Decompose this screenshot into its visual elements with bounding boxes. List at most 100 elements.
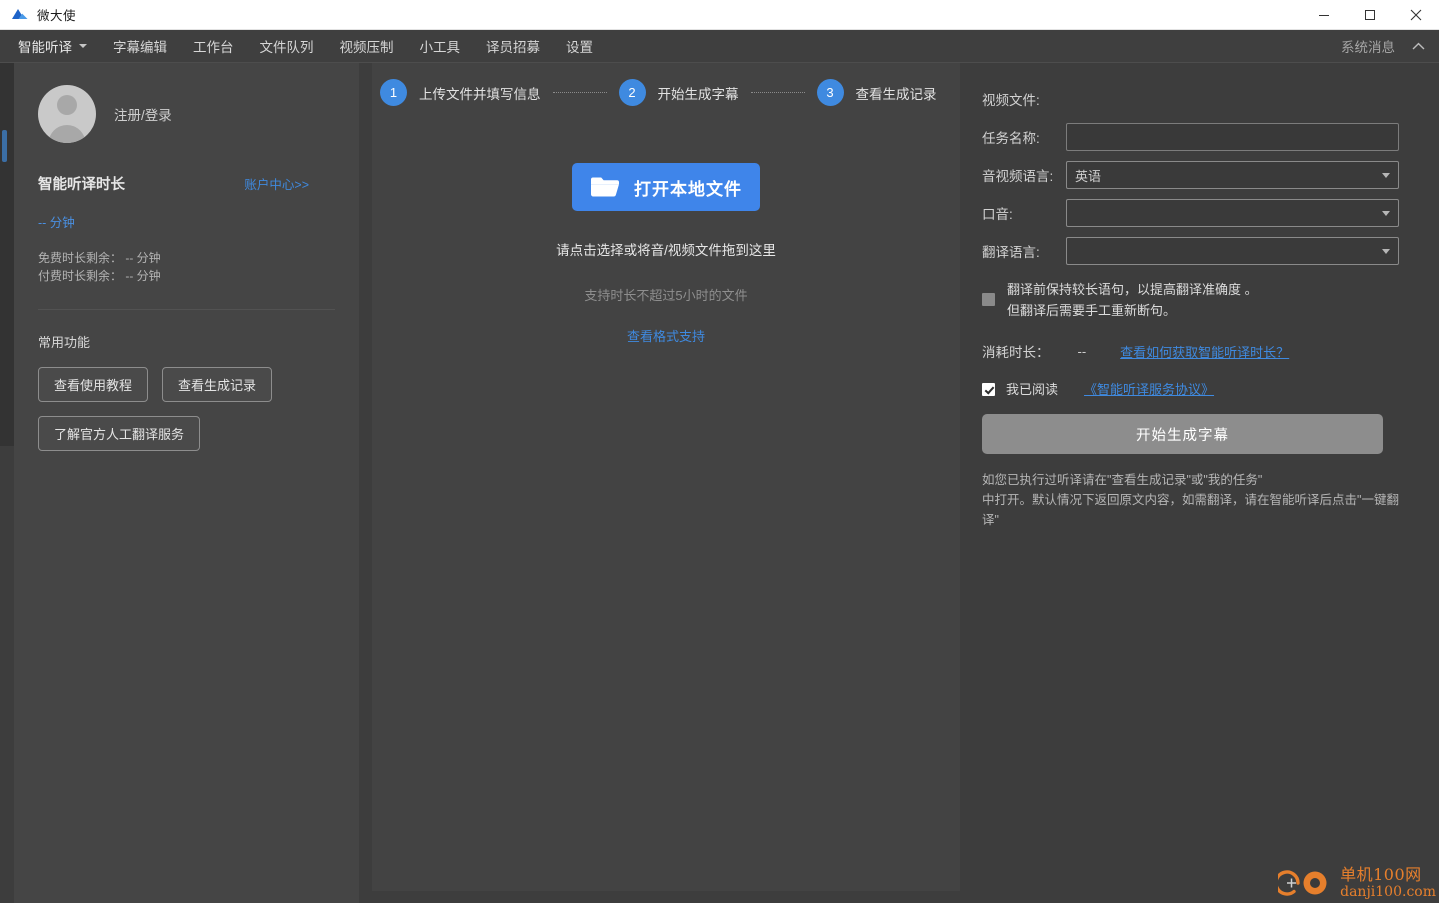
- left-scrollbar-thumb[interactable]: [2, 130, 7, 162]
- service-agreement-link[interactable]: 《智能听译服务协议》: [1084, 379, 1214, 398]
- watermark-line-1: 单机100网: [1340, 865, 1422, 884]
- menu-bar: 智能听译 字幕编辑 工作台 文件队列 视频压制 小工具 译员招募 设置 系统消息: [0, 30, 1439, 63]
- menu-item-label: 工作台: [193, 40, 234, 55]
- accent-select[interactable]: [1066, 199, 1399, 227]
- view-generation-records-button[interactable]: 查看生成记录: [162, 367, 273, 402]
- open-local-file-button[interactable]: 打开本地文件: [572, 163, 760, 211]
- footnote-line-2: 中打开。默认情况下返回原文内容，如需翻译，请在智能听译后点击"一键翻译": [982, 493, 1399, 527]
- consume-duration-label: 消耗时长：: [982, 345, 1050, 360]
- long-sentence-line-1: 翻译前保持较长语句，以提高翻译准确度 。: [1007, 282, 1258, 297]
- drop-zone-hint: 请点击选择或将音/视频文件拖到这里: [556, 243, 776, 258]
- menu-item-label: 设置: [566, 40, 593, 55]
- menu-item-workbench[interactable]: 工作台: [180, 30, 247, 63]
- free-quota-row: 免费时长剩余： -- 分钟: [38, 251, 161, 265]
- step-1: 1 上传文件并填写信息: [380, 79, 541, 106]
- chevron-down-icon: [79, 44, 87, 48]
- title-bar: 微大使: [0, 0, 1439, 30]
- menu-item-smart-transcribe[interactable]: 智能听译: [5, 30, 100, 63]
- translate-language-label: 翻译语言:: [982, 245, 1040, 260]
- step-3-number: 3: [816, 79, 844, 106]
- menu-item-file-queue[interactable]: 文件队列: [247, 30, 327, 63]
- av-language-value: 英语: [1075, 168, 1102, 184]
- menu-item-video-compress[interactable]: 视频压制: [327, 30, 407, 63]
- consume-duration-value: --: [1077, 343, 1087, 359]
- agreement-read-label: 我已阅读: [1006, 382, 1059, 397]
- app-logo-icon: [12, 8, 28, 19]
- quota-title: 智能听译时长: [38, 177, 125, 193]
- long-sentence-checkbox[interactable]: [982, 293, 995, 306]
- register-login-link[interactable]: 注册/登录: [114, 104, 172, 124]
- file-drop-zone[interactable]: 打开本地文件 请点击选择或将音/视频文件拖到这里 支持时长不超过5小时的文件 查…: [372, 163, 960, 345]
- watermark: 单机100网 danji100.com: [1278, 866, 1436, 900]
- step-connector-2: [750, 92, 805, 93]
- translate-language-control: [1066, 237, 1399, 265]
- left-scrollbar-track[interactable]: [0, 63, 14, 446]
- drop-zone-subhint: 支持时长不超过5小时的文件: [584, 288, 748, 303]
- main-panel: 1 上传文件并填写信息 2 开始生成字幕 3 查看生成记录 打开本地文件 请点击…: [372, 63, 960, 891]
- maximize-icon: [1365, 9, 1375, 20]
- profile-section[interactable]: 注册/登录: [14, 63, 359, 143]
- maximize-button[interactable]: [1347, 0, 1393, 30]
- settings-panel: 视频文件: 任务名称: 音视频语言: 英语 口音: 翻译语言: 翻译前保持较长语…: [960, 63, 1439, 903]
- translate-language-row: 翻译语言:: [982, 237, 1399, 265]
- menu-item-label: 智能听译: [18, 40, 72, 55]
- menu-item-label: 文件队列: [259, 40, 314, 55]
- menu-item-label: 视频压制: [339, 40, 394, 55]
- translate-language-select[interactable]: [1066, 237, 1399, 265]
- sidebar: 注册/登录 智能听译时长 账户中心>> -- 分钟 免费时长剩余： -- 分钟 …: [14, 63, 359, 903]
- menu-item-settings[interactable]: 设置: [553, 30, 606, 63]
- step-2-number: 2: [618, 79, 646, 106]
- av-language-select[interactable]: 英语: [1066, 161, 1399, 189]
- avatar-head-shape: [57, 95, 77, 115]
- accent-row: 口音:: [982, 199, 1399, 227]
- step-2: 2 开始生成字幕: [618, 79, 739, 106]
- folder-open-icon: [591, 177, 619, 197]
- chevron-down-icon: [1382, 210, 1390, 216]
- task-name-input[interactable]: [1066, 123, 1399, 151]
- avatar[interactable]: [38, 85, 96, 143]
- quota-header: 智能听译时长 账户中心>>: [14, 143, 359, 194]
- account-center-link[interactable]: 账户中心>>: [244, 174, 309, 193]
- chevron-down-icon: [1382, 172, 1390, 178]
- close-icon: [1410, 9, 1422, 20]
- common-functions-buttons: 查看使用教程 查看生成记录 了解官方人工翻译服务: [14, 351, 314, 451]
- menu-item-label: 译员招募: [486, 40, 540, 55]
- start-generate-subtitle-button[interactable]: 开始生成字幕: [982, 414, 1383, 454]
- footnote-line-1: 如您已执行过听译请在"查看生成记录"或"我的任务": [982, 473, 1263, 487]
- avatar-body-shape: [48, 125, 86, 143]
- how-to-get-duration-link[interactable]: 查看如何获取智能听译时长？: [1120, 342, 1289, 361]
- av-language-row: 音视频语言: 英语: [982, 161, 1399, 189]
- agreement-checkbox[interactable]: [982, 382, 995, 396]
- menu-item-label: 小工具: [419, 40, 461, 55]
- video-file-row: 视频文件:: [982, 85, 1399, 113]
- quota-total-value: -- 分钟: [38, 216, 75, 230]
- long-sentence-option-row: 翻译前保持较长语句，以提高翻译准确度 。 但翻译后需要手工重新断句。: [982, 279, 1399, 321]
- step-indicator: 1 上传文件并填写信息 2 开始生成字幕 3 查看生成记录: [372, 63, 960, 106]
- menu-item-tools[interactable]: 小工具: [407, 30, 474, 63]
- window-title: 微大使: [37, 9, 77, 23]
- video-file-label: 视频文件:: [982, 93, 1040, 108]
- chevron-up-icon: [1412, 42, 1424, 49]
- consume-duration-row: 消耗时长： -- 查看如何获取智能听译时长？: [982, 341, 1399, 361]
- menu-item-subtitle-edit[interactable]: 字幕编辑: [100, 30, 180, 63]
- menu-item-translator-recruit[interactable]: 译员招募: [473, 30, 553, 63]
- close-button[interactable]: [1393, 0, 1439, 30]
- watermark-text: 单机100网 danji100.com: [1340, 865, 1436, 900]
- collapse-panel-button[interactable]: [1405, 30, 1439, 63]
- long-sentence-text: 翻译前保持较长语句，以提高翻译准确度 。 但翻译后需要手工重新断句。: [1007, 279, 1258, 321]
- minimize-button[interactable]: [1301, 0, 1347, 30]
- step-1-number: 1: [380, 79, 407, 106]
- watermark-logo-icon: [1278, 870, 1327, 896]
- minimize-icon: [1319, 14, 1329, 16]
- system-message-label[interactable]: 系统消息: [1341, 36, 1405, 56]
- long-sentence-line-2: 但翻译后需要手工重新断句。: [1007, 303, 1177, 318]
- paid-quota-row: 付费时长剩余： -- 分钟: [38, 269, 161, 283]
- step-3: 3 查看生成记录: [816, 79, 937, 106]
- task-name-label: 任务名称:: [982, 131, 1040, 146]
- footnote: 如您已执行过听译请在"查看生成记录"或"我的任务" 中打开。默认情况下返回原文内…: [982, 470, 1399, 530]
- official-human-translation-button[interactable]: 了解官方人工翻译服务: [38, 416, 201, 451]
- view-tutorial-button[interactable]: 查看使用教程: [38, 367, 149, 402]
- av-language-control: 英语: [1066, 161, 1399, 189]
- format-support-link[interactable]: 查看格式支持: [627, 326, 705, 345]
- step-2-label: 开始生成字幕: [657, 86, 739, 102]
